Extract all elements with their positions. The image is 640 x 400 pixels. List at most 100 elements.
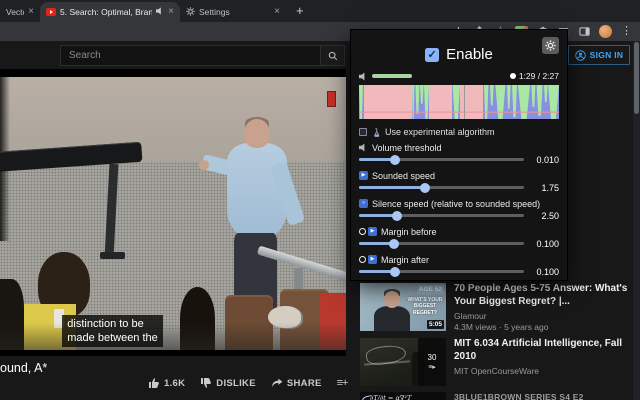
side-panel-icon[interactable] bbox=[578, 25, 591, 38]
suggestions-sidebar: AGE 52 WHAT'S YOUR BIGGEST REGRET? 5:05 … bbox=[352, 278, 633, 400]
video-title-partial: ound, A* bbox=[0, 361, 47, 375]
slider-group: ▶Margin after0.100 bbox=[359, 254, 559, 278]
slider-thumb[interactable] bbox=[420, 183, 430, 193]
slider-label: Sounded speed bbox=[372, 171, 435, 181]
close-icon[interactable]: × bbox=[28, 7, 34, 17]
clock-play-icon: ▶ bbox=[359, 227, 377, 236]
page-scrollbar[interactable] bbox=[633, 41, 640, 400]
profile-avatar[interactable] bbox=[599, 25, 612, 38]
dislike-label: DISLIKE bbox=[216, 378, 256, 389]
search-button[interactable] bbox=[320, 46, 344, 65]
playlist-icon: ≡▸ bbox=[428, 364, 436, 371]
youtube-favicon bbox=[46, 8, 56, 16]
video-player[interactable]: distinction to be made between the bbox=[0, 69, 346, 356]
suggestion-title[interactable]: MIT 6.034 Artificial Intelligence, Fall … bbox=[454, 338, 629, 363]
slider-thumb[interactable] bbox=[389, 239, 399, 249]
search-input[interactable] bbox=[61, 46, 320, 65]
slider-value: 0.100 bbox=[531, 239, 559, 249]
fire-alarm bbox=[327, 91, 336, 107]
browser-window: Vector M × 5. Search: Optimal, Branch a … bbox=[0, 0, 640, 400]
slider-label: Margin after bbox=[381, 255, 429, 265]
playlist-thumbnail[interactable]: 30 ≡▸ bbox=[360, 338, 446, 386]
slider-label: Margin before bbox=[381, 227, 437, 237]
slider-2[interactable] bbox=[359, 209, 524, 222]
speaker-icon bbox=[359, 72, 368, 81]
speaker-icon bbox=[359, 143, 368, 152]
popup-sliders: Volume threshold 0.010 ▶ Sounded speed 1.75 »… bbox=[351, 137, 567, 278]
flask-icon bbox=[372, 128, 380, 137]
close-icon[interactable]: × bbox=[274, 7, 280, 17]
video-thumbnail[interactable]: AGE 52 WHAT'S YOUR BIGGEST REGRET? 5:05 bbox=[360, 283, 446, 331]
caption-overlay: distinction to be made between the bbox=[62, 315, 163, 348]
popup-settings-button[interactable] bbox=[542, 37, 559, 54]
close-icon[interactable]: × bbox=[168, 7, 174, 17]
slider-0[interactable] bbox=[359, 153, 524, 166]
slider-4[interactable] bbox=[359, 265, 524, 278]
fast-forward-icon: » bbox=[359, 199, 368, 208]
suggestion-meta: 4.3M views · 5 years ago bbox=[454, 322, 629, 332]
suggestion-item[interactable]: 30 ≡▸ MIT 6.034 Artificial Intelligence,… bbox=[360, 338, 629, 386]
like-count: 1.6K bbox=[164, 378, 185, 389]
share-button[interactable]: SHARE bbox=[271, 377, 322, 389]
experimental-row: Use experimental algorithm bbox=[359, 127, 559, 137]
suggestion-item[interactable]: ∂T/∂t = α∇²T 3BLUE1BROWN SERIES S4 E2 bbox=[360, 392, 629, 400]
thumbnail-overlay-text: WHAT'S YOUR BIGGEST REGRET? bbox=[405, 297, 445, 316]
timer-icon bbox=[510, 73, 516, 79]
playlist-overlay: 30 ≡▸ bbox=[418, 338, 446, 386]
tab-vector[interactable]: Vector M × bbox=[0, 2, 40, 22]
slider-value: 2.50 bbox=[531, 211, 559, 221]
slider-3[interactable] bbox=[359, 237, 524, 250]
dislike-button[interactable]: DISLIKE bbox=[200, 377, 256, 389]
thumbs-down-icon bbox=[200, 377, 212, 389]
share-arrow-icon bbox=[271, 377, 283, 389]
slider-label: Volume threshold bbox=[372, 143, 442, 153]
suggestion-channel[interactable]: Glamour bbox=[454, 311, 629, 321]
sign-in-button[interactable]: SIGN IN bbox=[568, 45, 630, 65]
slider-value: 0.100 bbox=[531, 267, 559, 277]
save-playlist-icon: ≡+ bbox=[337, 377, 348, 389]
suggestion-item[interactable]: AGE 52 WHAT'S YOUR BIGGEST REGRET? 5:05 … bbox=[360, 283, 629, 332]
slider-group: »Silence speed (relative to sounded spee… bbox=[359, 198, 559, 222]
experimental-checkbox[interactable] bbox=[359, 128, 367, 136]
duration-badge: 5:05 bbox=[427, 320, 444, 329]
slider-thumb[interactable] bbox=[392, 211, 402, 221]
thumbs-up-icon bbox=[148, 377, 160, 389]
browser-menu-icon[interactable]: ⋮ bbox=[620, 25, 633, 38]
slider-group: ▶ Sounded speed 1.75 bbox=[359, 170, 559, 194]
jumpcutter-popup: ✓ Enable 1:29 / 2:27 Use experimental al… bbox=[351, 30, 567, 280]
slider-thumb[interactable] bbox=[390, 155, 400, 165]
suggestion-title[interactable]: 70 People Ages 5-75 Answer: What's Your … bbox=[454, 283, 629, 308]
gear-favicon bbox=[186, 7, 195, 18]
video-info-bar: ound, A* 1.6K DISLIKE SHARE ≡+ SAVE ... bbox=[0, 356, 346, 400]
enable-checkbox[interactable]: ✓ bbox=[425, 48, 439, 62]
series-label: 3BLUE1BROWN SERIES S4 E2 bbox=[454, 392, 629, 400]
volume-meter-row: 1:29 / 2:27 bbox=[359, 72, 559, 80]
person-icon bbox=[575, 50, 586, 61]
play-icon: ▶ bbox=[359, 171, 368, 180]
tab-title: Vector M bbox=[6, 7, 24, 17]
caption-line2: made between the bbox=[67, 331, 158, 345]
slider-1[interactable] bbox=[359, 181, 524, 194]
tab-settings[interactable]: Settings × bbox=[180, 2, 286, 22]
video-thumbnail[interactable]: ∂T/∂t = α∇²T bbox=[360, 392, 446, 400]
slider-value: 1.75 bbox=[531, 183, 559, 193]
slider-value: 0.010 bbox=[531, 155, 559, 165]
volume-meter-bar bbox=[372, 74, 412, 78]
thumbnail-formula: ∂T/∂t = α∇²T bbox=[370, 394, 411, 400]
tab-audio-icon[interactable] bbox=[156, 7, 164, 17]
volume-chart[interactable] bbox=[359, 85, 559, 119]
tab-youtube-active[interactable]: 5. Search: Optimal, Branch a × bbox=[40, 2, 180, 22]
slider-group: Volume threshold 0.010 bbox=[359, 142, 559, 166]
time-remaining: 1:29 / 2:27 bbox=[519, 71, 559, 81]
new-tab-button[interactable]: + bbox=[296, 4, 304, 17]
slider-group: ▶ Margin before 0.100 bbox=[359, 226, 559, 250]
gear-icon bbox=[545, 40, 556, 51]
share-label: SHARE bbox=[287, 378, 322, 389]
scrollbar-thumb[interactable] bbox=[634, 42, 639, 114]
tab-title: Settings bbox=[199, 7, 270, 17]
like-button[interactable]: 1.6K bbox=[148, 377, 185, 389]
playlist-count: 30 bbox=[428, 353, 437, 362]
slider-thumb[interactable] bbox=[390, 267, 400, 277]
tab-title: 5. Search: Optimal, Branch a bbox=[60, 7, 152, 17]
suggestion-channel[interactable]: MIT OpenCourseWare bbox=[454, 366, 629, 376]
